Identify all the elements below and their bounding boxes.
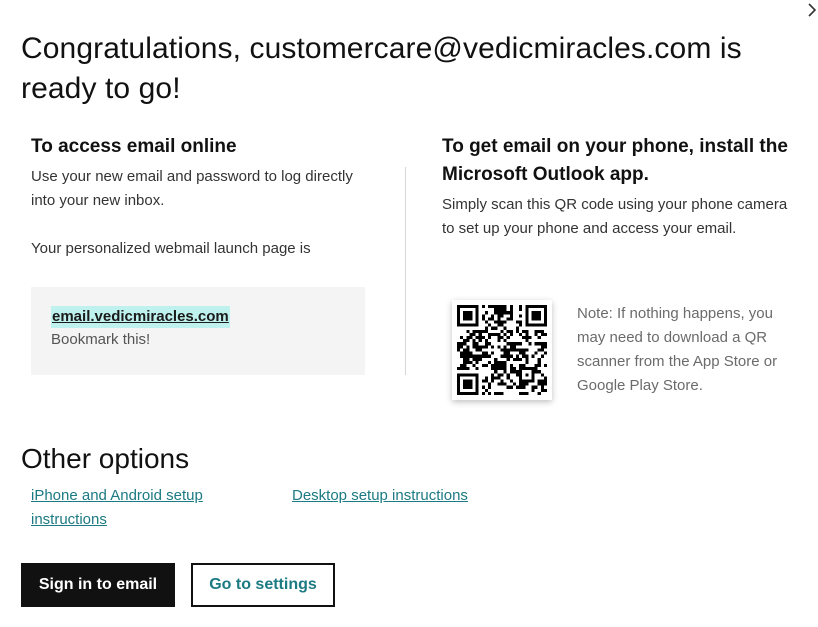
launch-page-text: Your personalized webmail launch page is xyxy=(31,240,311,257)
settings-button[interactable]: Go to settings xyxy=(191,563,335,607)
email-ready-dialog: Congratulations, customercare@vedicmirac… xyxy=(0,0,818,627)
mobile-setup-link[interactable]: iPhone and Android setup instructions xyxy=(31,484,241,532)
webmail-link[interactable]: email.vedicmiracles.com xyxy=(51,306,230,328)
page-title: Congratulations, customercare@vedicmirac… xyxy=(21,32,742,105)
phone-setup-description: Simply scan this QR code using your phon… xyxy=(442,196,788,237)
sign-in-button[interactable]: Sign in to email xyxy=(21,563,175,607)
qr-code-icon xyxy=(457,305,547,395)
online-access-section: To access email online Use your new emai… xyxy=(31,133,366,261)
webmail-link-box: email.vedicmiracles.com Bookmark this! xyxy=(31,287,365,375)
qr-code xyxy=(452,300,552,400)
bookmark-hint: Bookmark this! xyxy=(51,331,151,348)
online-access-heading: To access email online xyxy=(31,136,237,157)
column-divider xyxy=(405,167,406,375)
qr-note: Note: If nothing happens, you may need t… xyxy=(577,305,778,394)
phone-setup-heading: To get email on your phone, install the … xyxy=(442,136,788,185)
chevron-right-icon xyxy=(808,3,817,17)
close-button[interactable] xyxy=(803,0,818,20)
desktop-setup-link[interactable]: Desktop setup instructions xyxy=(292,484,532,508)
phone-setup-section: To get email on your phone, install the … xyxy=(442,133,802,241)
other-options-heading: Other options xyxy=(21,443,190,474)
online-access-description: Use your new email and password to log d… xyxy=(31,168,353,209)
